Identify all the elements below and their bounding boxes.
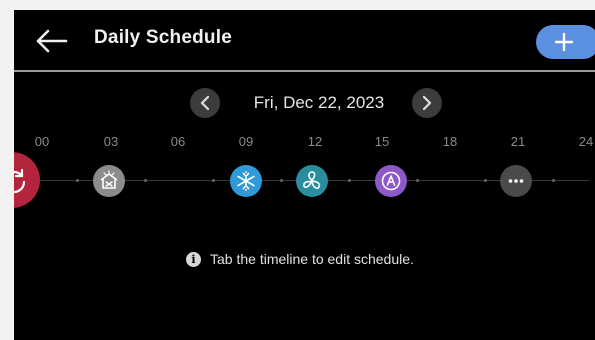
time-axis: 00 03 06 09 12 15 18 21 24 bbox=[14, 134, 595, 150]
page-title: Daily Schedule bbox=[94, 27, 232, 48]
arrow-left-icon bbox=[36, 29, 68, 53]
date-navigator: Fri, Dec 22, 2023 bbox=[14, 88, 595, 118]
tick-label: 18 bbox=[442, 134, 458, 149]
refresh-button[interactable] bbox=[14, 152, 40, 208]
tick-label: 06 bbox=[170, 134, 186, 149]
fan-mode-icon bbox=[303, 171, 321, 189]
header-divider bbox=[14, 70, 595, 72]
auto-mode-icon bbox=[381, 171, 401, 191]
schedule-event-dehumidify[interactable] bbox=[93, 165, 125, 197]
schedule-event-auto[interactable] bbox=[375, 165, 407, 197]
schedule-screen: Daily Schedule Fri, Dec 22, 2023 00 03 0… bbox=[14, 10, 595, 340]
timeline-dot bbox=[416, 179, 419, 182]
tick-label: 00 bbox=[34, 134, 50, 149]
chevron-right-icon bbox=[422, 96, 432, 110]
schedule-event-more[interactable] bbox=[500, 165, 532, 197]
plus-icon bbox=[554, 32, 574, 52]
tick-label: 15 bbox=[374, 134, 390, 149]
back-button[interactable] bbox=[32, 24, 72, 58]
tick-label: 09 bbox=[238, 134, 254, 149]
tick-label: 03 bbox=[103, 134, 119, 149]
schedule-event-fan[interactable] bbox=[296, 165, 328, 197]
hint-text: Tab the timeline to edit schedule. bbox=[210, 251, 414, 267]
timeline-dot bbox=[212, 179, 215, 182]
timeline-dot bbox=[552, 179, 555, 182]
cool-mode-icon bbox=[237, 171, 255, 191]
schedule-event-cool[interactable] bbox=[230, 165, 262, 197]
chevron-left-icon bbox=[200, 96, 210, 110]
next-day-button[interactable] bbox=[412, 88, 442, 118]
timeline-dot bbox=[76, 179, 79, 182]
info-icon: i bbox=[186, 252, 201, 267]
dehumidify-mode-icon bbox=[100, 170, 118, 189]
timeline-dot bbox=[348, 179, 351, 182]
tick-label: 21 bbox=[510, 134, 526, 149]
header: Daily Schedule bbox=[14, 10, 595, 70]
timeline-dot bbox=[280, 179, 283, 182]
add-schedule-button[interactable] bbox=[536, 25, 595, 59]
refresh-icon bbox=[14, 168, 26, 194]
tick-label: 12 bbox=[307, 134, 323, 149]
timeline-dot bbox=[144, 179, 147, 182]
current-date: Fri, Dec 22, 2023 bbox=[253, 93, 385, 112]
tick-label: 24 bbox=[578, 134, 594, 149]
previous-day-button[interactable] bbox=[190, 88, 220, 118]
timeline-dot bbox=[484, 179, 487, 182]
more-icon bbox=[508, 179, 524, 183]
